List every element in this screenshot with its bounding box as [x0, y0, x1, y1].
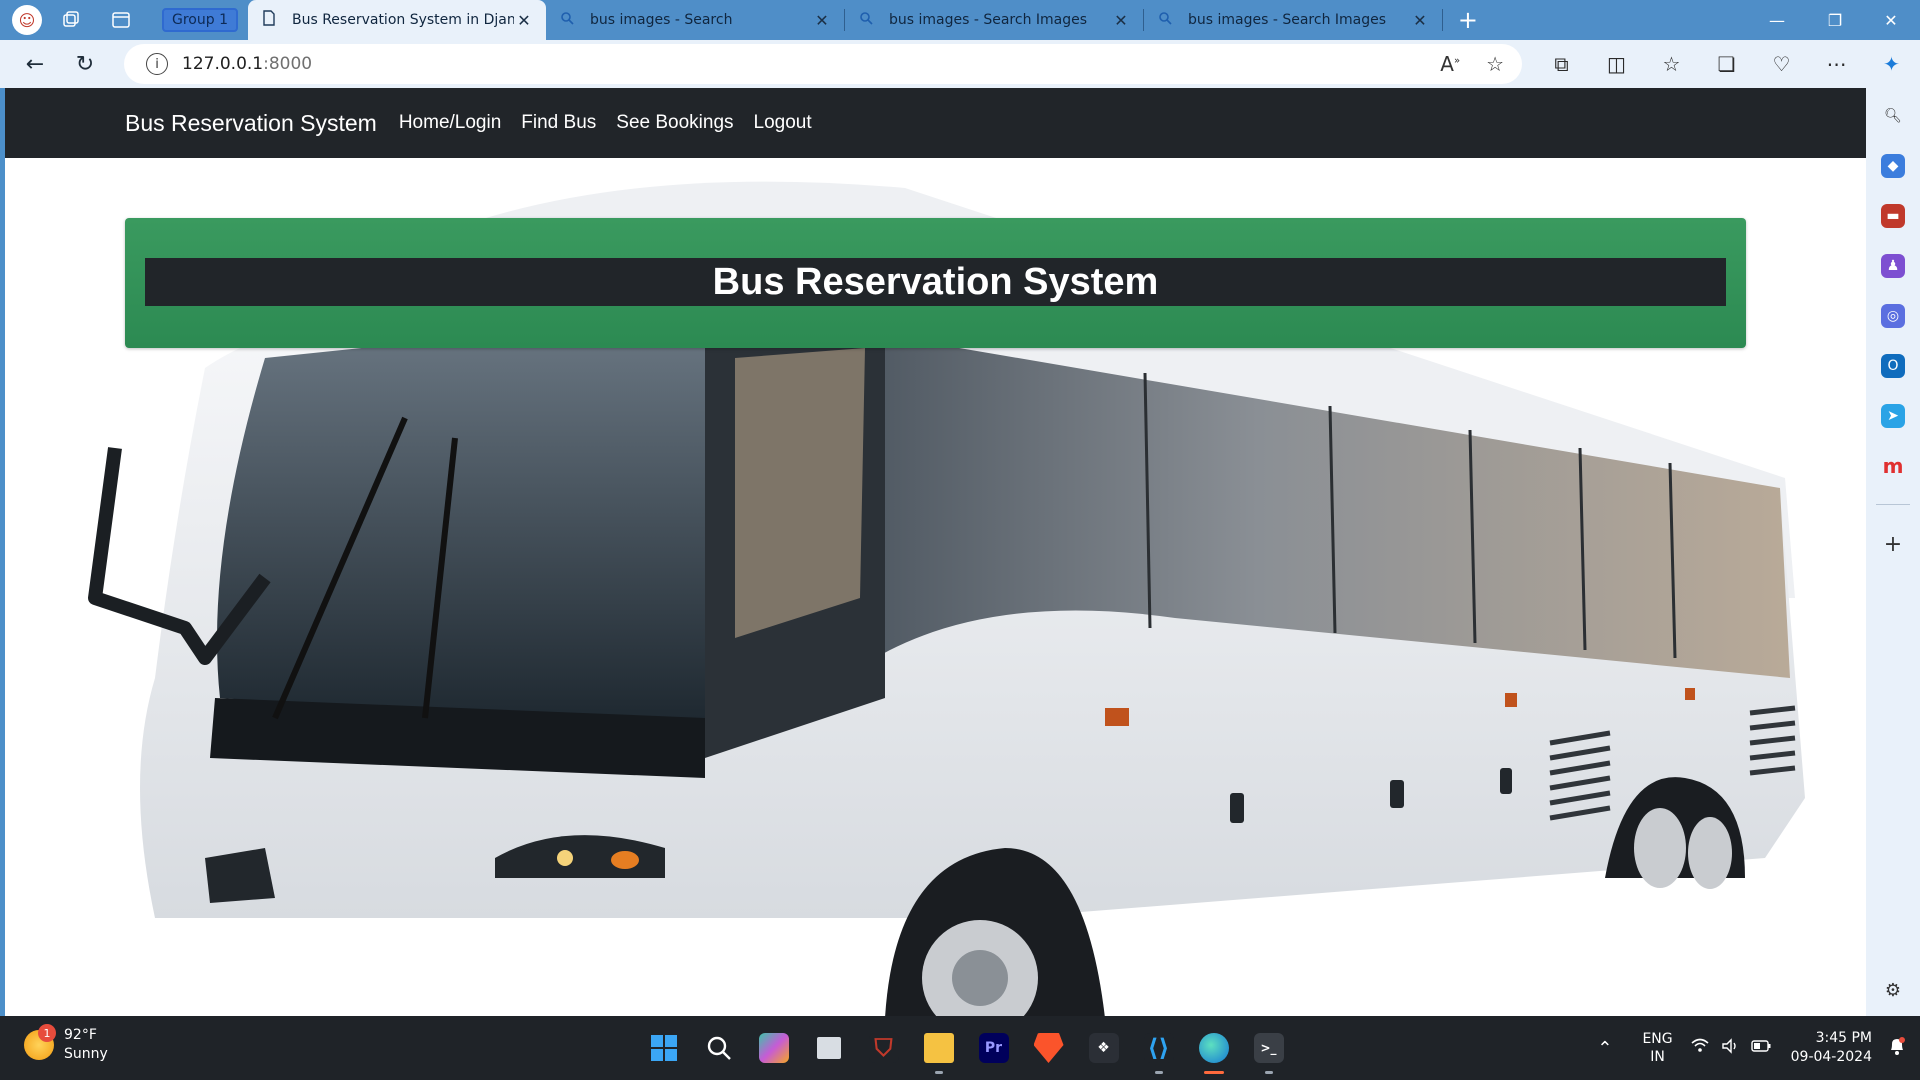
language-code: ENG — [1642, 1031, 1673, 1047]
browser-essentials-icon[interactable]: ♡ — [1754, 52, 1809, 76]
chevron-up-icon[interactable]: ⌃ — [1597, 1038, 1612, 1059]
premiere-pro-icon[interactable]: Pr — [966, 1026, 1021, 1070]
window-close-icon[interactable]: ✕ — [1862, 0, 1920, 40]
sidebar-outlook-icon[interactable]: O — [1881, 354, 1905, 378]
restore-icon[interactable]: ❐ — [1806, 0, 1864, 40]
sidebar-divider — [1876, 504, 1910, 505]
hero-title: Bus Reservation System — [145, 258, 1726, 306]
navbar-links: Home/Login Find Bus See Bookings Logout — [389, 112, 822, 134]
back-icon[interactable]: ← — [10, 40, 60, 88]
tab-bus-reservation[interactable]: Bus Reservation System in Djang ✕ — [247, 0, 546, 40]
davinci-resolve-icon[interactable]: ❖ — [1076, 1026, 1131, 1070]
clock-date: 09-04-2024 — [1790, 1049, 1872, 1065]
more-options-icon[interactable]: ⋯ — [1809, 52, 1864, 76]
tab-separator — [1441, 9, 1443, 31]
tab-title: Bus Reservation System in Djang — [291, 12, 514, 28]
tab-bus-images-search-images-2[interactable]: bus images - Search Images ✕ — [1144, 0, 1442, 40]
weather-badge: 1 — [38, 1024, 56, 1042]
terminal-icon[interactable]: >_ — [1241, 1026, 1296, 1074]
navbar-brand[interactable]: Bus Reservation System — [125, 110, 377, 137]
tab-actions-icon[interactable] — [106, 0, 136, 40]
tab-title: bus images - Search Images — [888, 12, 1088, 28]
sidebar-microsoft365-icon[interactable]: ◎ — [1881, 304, 1905, 328]
close-icon[interactable]: ✕ — [1410, 11, 1430, 30]
nav-link-logout[interactable]: Logout — [744, 112, 822, 134]
favorite-star-icon[interactable]: ☆ — [1486, 52, 1504, 76]
system-clock[interactable]: 3:45 PM 09-04-2024 — [1791, 1029, 1872, 1067]
clock-time: 3:45 PM — [1815, 1030, 1872, 1046]
search-icon — [558, 11, 576, 29]
mcafee-icon[interactable]: ⛉ — [856, 1026, 911, 1070]
sidebar-shopping-icon[interactable]: ◆ — [1881, 154, 1905, 178]
search-icon — [857, 11, 875, 29]
taskbar-apps: ⛉ Pr ❖ ⟨⟩ >_ — [636, 1026, 1296, 1074]
nav-link-home-login[interactable]: Home/Login — [389, 112, 511, 134]
tab-title: bus images - Search — [589, 12, 733, 28]
tab-bus-images-search-images-1[interactable]: bus images - Search Images ✕ — [845, 0, 1143, 40]
windows-taskbar: 1 92°F Sunny ⛉ Pr ❖ ⟨⟩ >_ ⌃ ENG IN 3:45 … — [0, 1016, 1920, 1080]
start-icon[interactable] — [636, 1026, 691, 1070]
site-navbar: Bus Reservation System Home/Login Find B… — [5, 88, 1866, 158]
weather-description: Sunny — [64, 1046, 108, 1062]
edge-icon[interactable] — [1186, 1026, 1241, 1074]
page-icon — [260, 10, 278, 30]
split-screen-icon[interactable]: ◫ — [1589, 52, 1644, 76]
sidebar-games-icon[interactable]: ♟ — [1881, 254, 1905, 278]
profile-avatar[interactable]: ☺ — [12, 5, 42, 35]
notification-bell-icon[interactable] — [1888, 1036, 1906, 1061]
copilot-icon[interactable]: ✦ — [1864, 52, 1919, 76]
wifi-icon[interactable] — [1691, 1038, 1709, 1058]
sidebar-settings-icon[interactable]: ⚙ — [1881, 978, 1905, 1002]
copilot-icon[interactable] — [746, 1026, 801, 1070]
minimize-icon[interactable]: — — [1748, 0, 1806, 40]
sidebar-add-icon[interactable]: + — [1881, 532, 1905, 557]
info-icon[interactable]: i — [146, 53, 168, 75]
task-view-icon[interactable] — [801, 1026, 856, 1070]
sidebar-search-icon[interactable]: 🔍︎ — [1881, 104, 1905, 128]
url-text: 127.0.0.1:8000 — [182, 54, 313, 74]
battery-icon[interactable] — [1750, 1038, 1771, 1058]
close-icon[interactable]: ✕ — [1111, 11, 1131, 30]
collections-icon[interactable]: ❏ — [1699, 52, 1754, 76]
vscode-icon[interactable]: ⟨⟩ — [1131, 1026, 1186, 1074]
weather-widget[interactable]: 1 92°F Sunny — [24, 1024, 108, 1064]
sidebar-tools-icon[interactable]: ▬ — [1881, 204, 1905, 228]
nav-link-see-bookings[interactable]: See Bookings — [606, 112, 743, 134]
nav-link-find-bus[interactable]: Find Bus — [511, 112, 606, 134]
language-indicator[interactable]: ENG IN — [1642, 1030, 1672, 1066]
extensions-icon[interactable]: ⧉ — [1534, 52, 1589, 76]
region-code: IN — [1650, 1049, 1665, 1065]
weather-temperature: 92°F — [64, 1027, 97, 1043]
read-aloud-icon[interactable]: A» — [1440, 52, 1460, 76]
refresh-icon[interactable]: ↻ — [60, 40, 110, 88]
tab-title: bus images - Search Images — [1187, 12, 1387, 28]
hero-banner: Bus Reservation System — [125, 218, 1746, 348]
tab-group-chip[interactable]: Group 1 — [162, 8, 238, 32]
close-icon[interactable]: ✕ — [812, 11, 832, 30]
volume-icon[interactable] — [1721, 1038, 1739, 1058]
address-toolbar: ← ↻ i 127.0.0.1:8000 A» ☆ ⧉ ◫ ☆ ❏ ♡ ⋯ ✦ — [0, 40, 1920, 88]
search-icon — [1156, 11, 1174, 29]
browser-tab-bar: ☺ Group 1 Bus Reservation System in Djan… — [0, 0, 1920, 40]
brave-icon[interactable] — [1021, 1026, 1076, 1070]
tab-bus-images-search[interactable]: bus images - Search ✕ — [546, 0, 844, 40]
sun-icon: 1 — [24, 1024, 56, 1060]
sidebar-send-icon[interactable]: ➤ — [1881, 404, 1905, 428]
new-tab-button[interactable]: + — [1445, 0, 1491, 40]
file-explorer-icon[interactable] — [911, 1026, 966, 1074]
edge-sidebar: 🔍︎ ◆ ▬ ♟ ◎ O ➤ m + ⚙ — [1866, 88, 1920, 1016]
address-bar[interactable]: i 127.0.0.1:8000 A» ☆ — [124, 44, 1522, 84]
workspaces-icon[interactable] — [56, 0, 86, 40]
close-icon[interactable]: ✕ — [514, 11, 534, 30]
system-tray: ⌃ ENG IN 3:45 PM 09-04-2024 — [1597, 1016, 1920, 1080]
favorites-icon[interactable]: ☆ — [1644, 52, 1699, 76]
page-viewport: Bus Reservation System Home/Login Find B… — [5, 88, 1866, 1016]
sidebar-app-icon[interactable]: m — [1881, 454, 1905, 478]
taskbar-search-icon[interactable] — [691, 1026, 746, 1070]
